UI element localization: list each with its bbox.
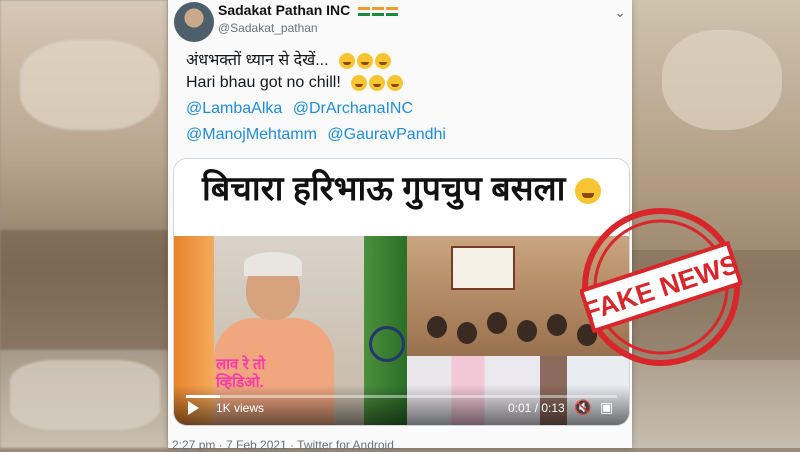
video-player[interactable]: बिचारा हरिभाऊ गुपचुप बसला लाव रे तो व्हि…: [173, 158, 630, 426]
india-flag-icon: [372, 6, 385, 16]
play-icon[interactable]: [188, 401, 199, 415]
tweet-timestamp[interactable]: 2:27 pm · 7 Feb 2021 · Twitter for Andro…: [172, 438, 394, 452]
progress-fill: [186, 395, 221, 398]
india-flag-icon: [358, 6, 371, 16]
office-sign: [451, 246, 515, 290]
india-flag-icon: [386, 6, 399, 16]
view-count: 1K views: [216, 401, 265, 415]
user-handle[interactable]: @Sadakat_pathan: [218, 21, 318, 35]
chevron-down-icon[interactable]: ⌄: [614, 4, 626, 21]
laughing-emoji-icon: [387, 74, 404, 91]
laughing-emoji-icon: [339, 52, 355, 69]
mention-link[interactable]: @GauravPandhi: [327, 126, 446, 143]
video-time: 0:01 / 0:13: [508, 401, 565, 415]
video-controls: 1K views 0:01 / 0:13 🔇 ▣: [174, 385, 629, 425]
progress-bar[interactable]: [186, 395, 617, 398]
video-banner: बिचारा हरिभाऊ गुपचुप बसला: [174, 159, 629, 235]
tweet-line-1: अंधभक्तों ध्यान से देखें...: [186, 48, 391, 70]
laughing-emoji-icon: [375, 52, 391, 69]
laughing-emoji-icon: [369, 74, 386, 91]
gif-icon[interactable]: ▣: [600, 399, 613, 416]
mention-link[interactable]: @LambaAlka: [186, 100, 282, 117]
mentions-row-1: @LambaAlka @DrArchanaINC: [186, 100, 419, 118]
flags-group: [358, 6, 399, 16]
display-name[interactable]: Sadakat Pathan INC: [218, 2, 399, 18]
ashoka-chakra-icon: [369, 326, 405, 362]
laughing-emoji-icon: [357, 52, 373, 69]
tweet-card: Sadakat Pathan INC @Sadakat_pathan ⌄ अंध…: [168, 0, 632, 452]
fake-news-stamp: FAKE NEWS: [580, 208, 742, 366]
background-left: [0, 0, 168, 448]
laughing-emoji-icon: [351, 74, 368, 91]
avatar[interactable]: [174, 2, 214, 42]
mention-link[interactable]: @ManojMehtamm: [186, 126, 317, 143]
mention-link[interactable]: @DrArchanaINC: [293, 100, 413, 117]
tweet-line-2: Hari bhau got no chill!: [186, 74, 404, 92]
mute-icon[interactable]: 🔇: [574, 399, 591, 416]
mentions-row-2: @ManojMehtamm @GauravPandhi: [186, 126, 452, 144]
laughing-emoji-icon: [574, 178, 601, 205]
